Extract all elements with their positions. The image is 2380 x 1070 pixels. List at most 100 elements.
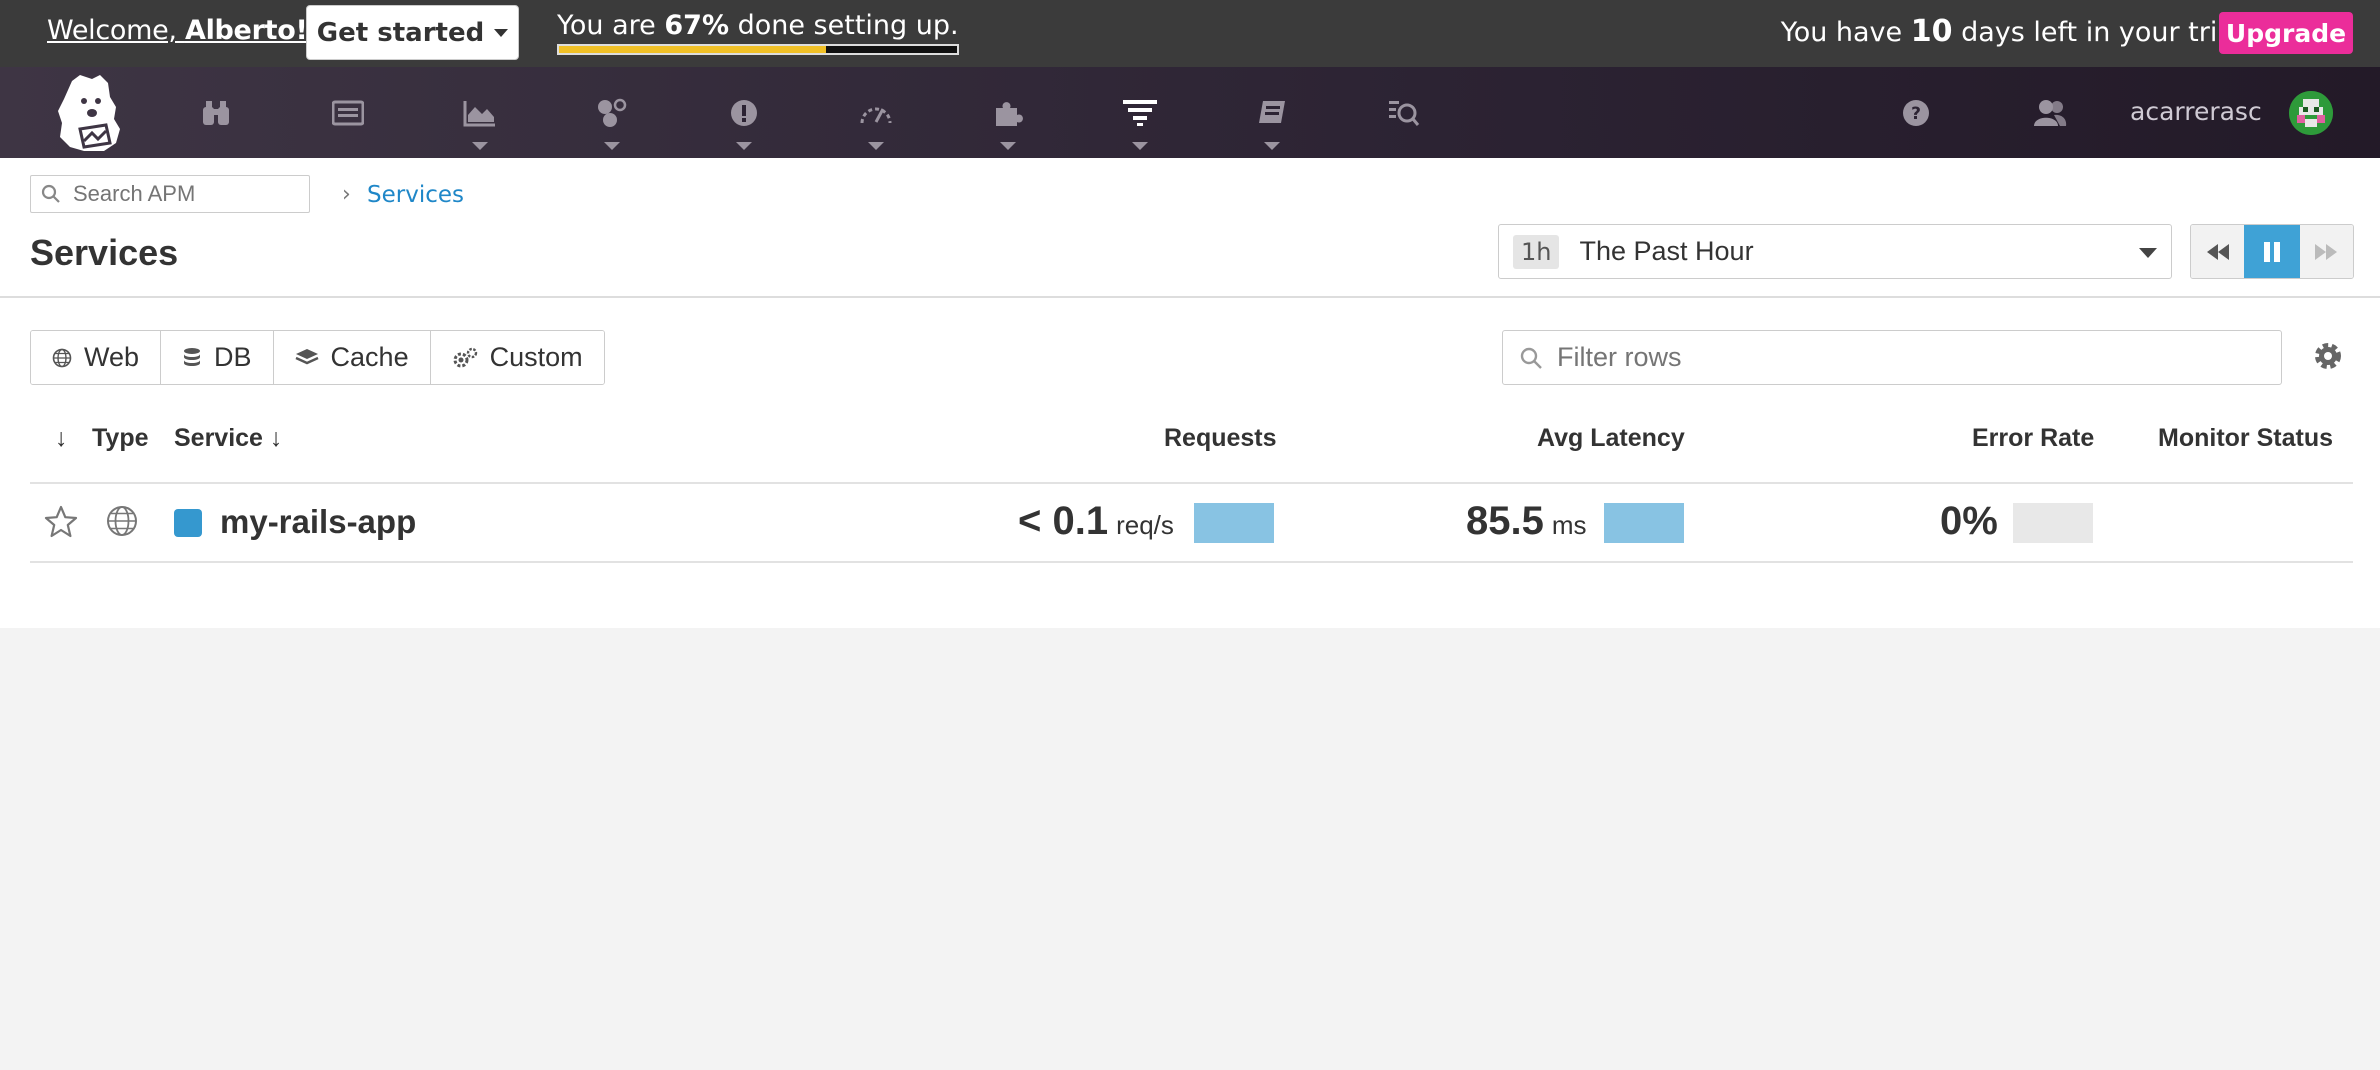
trial-prefix: You have [1780, 17, 1911, 48]
fast-forward-icon [2315, 243, 2338, 260]
nav-logs[interactable] [1364, 67, 1444, 158]
column-service[interactable]: Service ↓ [174, 424, 282, 453]
pause-button[interactable] [2244, 225, 2300, 278]
filter-custom-label: Custom [489, 342, 583, 372]
search-apm-input[interactable] [73, 181, 303, 207]
latency-cell: 85.5 ms [1466, 499, 1587, 544]
table-row[interactable]: my-rails-app < 0.1 req/s 85.5 ms 0% [30, 483, 2353, 561]
nav-notebooks[interactable] [1232, 67, 1312, 158]
setup-suffix: done setting up. [729, 10, 959, 41]
service-type-filters: Web DB Cache Custom [30, 330, 605, 385]
avatar[interactable] [2289, 91, 2333, 135]
users-icon [2034, 99, 2067, 126]
nav-integrations[interactable] [968, 67, 1048, 158]
infrastructure-hexagons-icon [598, 98, 627, 127]
requests-cell: < 0.1 req/s [1018, 499, 1174, 544]
filter-web-button[interactable]: Web [31, 331, 162, 384]
fast-forward-button[interactable] [2299, 225, 2353, 278]
logs-search-icon [1389, 100, 1420, 126]
filter-cache-button[interactable]: Cache [273, 331, 431, 384]
rewind-button[interactable] [2191, 225, 2245, 278]
column-error-rate[interactable]: Error Rate [1972, 424, 2094, 453]
breadcrumb-chevron-icon: › [342, 182, 351, 207]
filter-rows-field[interactable] [1502, 330, 2282, 385]
trial-banner: Welcome, Alberto! Get started You are 67… [0, 0, 2380, 67]
breadcrumb-services-link[interactable]: Services [367, 182, 464, 208]
trial-days-text: You have 10 days left in your trial. [1781, 14, 2250, 49]
setup-progress-text: You are 67% done setting up. [557, 10, 959, 41]
chevron-down-icon [868, 142, 884, 150]
layers-icon [295, 348, 319, 364]
latency-unit: ms [1551, 510, 1587, 540]
page-title: Services [30, 232, 179, 273]
globe-icon [107, 506, 137, 536]
filter-db-button[interactable]: DB [161, 331, 274, 384]
column-requests[interactable]: Requests [1164, 424, 1277, 453]
time-range-badge: 1h [1513, 234, 1560, 269]
upgrade-button[interactable]: Upgrade [2219, 12, 2353, 54]
binoculars-icon [203, 100, 229, 125]
datadog-logo-icon[interactable] [50, 71, 130, 155]
rewind-icon [2206, 243, 2229, 260]
chevron-down-icon [1264, 142, 1280, 150]
svg-text:?: ? [1911, 104, 1921, 124]
globe-icon [52, 348, 72, 367]
nav-synthetics[interactable] [836, 67, 916, 158]
puzzle-integrations-icon [996, 101, 1023, 126]
table-settings-button[interactable] [2310, 338, 2346, 374]
setup-progress-fill [559, 46, 826, 53]
requests-bar [1194, 503, 1274, 543]
table-row-divider [30, 561, 2353, 563]
filter-rows-input[interactable] [1557, 342, 2257, 373]
column-avg-latency[interactable]: Avg Latency [1537, 424, 1685, 453]
setup-percent: 67% [664, 10, 730, 41]
filter-custom-button[interactable]: Custom [430, 331, 604, 384]
nav-apm[interactable] [1100, 67, 1180, 158]
pause-icon [2264, 241, 2280, 262]
chevron-down-icon [1000, 142, 1016, 150]
chevron-down-icon [472, 142, 488, 150]
welcome-link[interactable]: Welcome, Alberto! [47, 15, 308, 46]
trial-suffix: days left in your trial. [1952, 17, 2250, 48]
question-circle-icon: ? [1903, 99, 1929, 126]
nav-team[interactable] [2010, 67, 2090, 158]
nav-binoculars[interactable] [176, 67, 256, 158]
error-rate-bar [2013, 503, 2093, 543]
chevron-down-icon [494, 28, 509, 37]
search-apm-field[interactable] [30, 175, 310, 213]
chevron-down-icon [1132, 142, 1148, 150]
apm-filter-lines-icon [1123, 99, 1157, 126]
search-icon [41, 184, 60, 203]
chevron-down-icon [2139, 248, 2157, 258]
username[interactable]: acarrerasc [2130, 97, 2262, 126]
latency-bar [1604, 503, 1684, 543]
error-rate-cell: 0% [1940, 499, 1998, 544]
service-name-link[interactable]: my-rails-app [220, 503, 416, 541]
search-icon [1520, 347, 1542, 369]
setup-progress-bar [557, 44, 959, 55]
filter-web-label: Web [84, 342, 140, 372]
nav-dashboards[interactable] [308, 67, 388, 158]
sort-arrow[interactable]: ↓ [55, 424, 68, 453]
time-range-label: The Past Hour [1579, 236, 1754, 266]
nav-monitors[interactable] [704, 67, 784, 158]
time-range-select[interactable]: 1h The Past Hour [1498, 224, 2172, 279]
gears-icon [453, 347, 477, 367]
nav-metrics[interactable] [440, 67, 520, 158]
monitors-alert-icon [731, 99, 757, 126]
column-type[interactable]: Type [92, 424, 149, 453]
nav-help[interactable]: ? [1876, 67, 1956, 158]
main-nav: ? acarrerasc [0, 67, 2380, 158]
star-icon[interactable] [44, 505, 78, 539]
latency-value: 85.5 [1466, 499, 1544, 543]
welcome-name: Alberto! [184, 15, 308, 46]
speedometer-icon [860, 107, 892, 123]
playback-controls [2190, 224, 2354, 279]
service-color-swatch [174, 509, 202, 537]
get-started-button[interactable]: Get started [306, 5, 519, 60]
nav-infrastructure[interactable] [572, 67, 652, 158]
column-monitor-status[interactable]: Monitor Status [2158, 424, 2333, 453]
setup-prefix: You are [557, 10, 665, 41]
requests-value: < 0.1 [1018, 499, 1109, 543]
chevron-down-icon [736, 142, 752, 150]
